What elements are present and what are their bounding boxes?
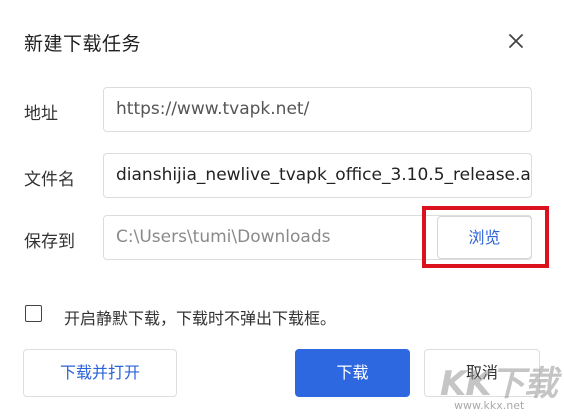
address-label: 地址 [24, 104, 58, 124]
filename-field[interactable]: dianshijia_newlive_tvapk_office_3.10.5_r… [103, 153, 532, 198]
dialog-title: 新建下载任务 [24, 33, 142, 55]
cancel-button[interactable]: 取消 [424, 349, 540, 397]
save-path-value: C:\Users\tumi\Downloads [116, 227, 331, 247]
download-and-open-button[interactable]: 下载并打开 [23, 349, 177, 397]
silent-download-label: 开启静默下载，下载时不弹出下载框。 [64, 309, 337, 328]
address-value: https://www.tvapk.net/ [116, 99, 310, 119]
watermark-url: www.kkx.net [454, 399, 525, 412]
filename-label: 文件名 [24, 170, 75, 190]
close-icon[interactable] [504, 29, 528, 53]
address-field[interactable]: https://www.tvapk.net/ [103, 87, 532, 132]
save-to-label: 保存到 [24, 232, 75, 252]
annotation-highlight-box [422, 206, 549, 268]
download-button[interactable]: 下载 [295, 349, 410, 397]
new-download-dialog: 新建下载任务 地址 https://www.tvapk.net/ 文件名 dia… [0, 0, 564, 416]
filename-value: dianshijia_newlive_tvapk_office_3.10.5_r… [116, 165, 532, 185]
silent-download-checkbox[interactable] [25, 305, 42, 322]
